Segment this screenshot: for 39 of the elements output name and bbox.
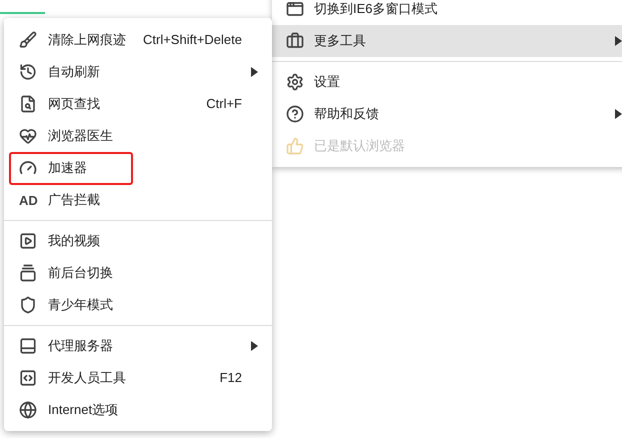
history-icon xyxy=(19,63,37,81)
broom-icon xyxy=(19,31,37,49)
menu-item[interactable]: 代理服务器 xyxy=(4,330,272,362)
submenu-arrow-icon xyxy=(250,67,258,77)
menu-item[interactable]: 帮助和反馈 xyxy=(272,98,622,130)
submenu-arrow-icon xyxy=(614,36,622,46)
submenu-arrow-icon xyxy=(250,341,258,351)
menu-item[interactable]: 前后台切换 xyxy=(4,257,272,289)
menu-item[interactable]: 清除上网痕迹 Ctrl+Shift+Delete xyxy=(4,24,272,56)
shortcut-text: Ctrl+Shift+Delete xyxy=(143,31,242,50)
window-icon xyxy=(286,0,304,18)
menu-item[interactable]: 我的视频 xyxy=(4,225,272,257)
play-icon xyxy=(19,232,37,250)
shortcut-text: F12 xyxy=(220,369,242,388)
gauge-icon xyxy=(19,159,37,177)
menu-item[interactable]: 青少年模式 xyxy=(4,289,272,321)
briefcase-icon xyxy=(286,32,304,50)
panel-icon xyxy=(19,337,37,355)
code-icon xyxy=(19,369,37,387)
settings-icon xyxy=(286,73,304,91)
menu-item[interactable]: 更多工具 xyxy=(272,25,622,57)
menu-item[interactable]: Internet选项 xyxy=(4,394,272,426)
page-search-icon xyxy=(19,95,37,113)
submenu-arrow-icon xyxy=(614,109,622,119)
menu-item[interactable]: AD 广告拦截 xyxy=(4,184,272,216)
shortcut-text: Ctrl+F xyxy=(206,95,242,114)
globe-icon xyxy=(19,401,37,419)
shield-icon xyxy=(19,296,37,314)
heart-pulse-icon xyxy=(19,127,37,145)
active-tab-indicator xyxy=(0,12,45,14)
stacked-windows-icon xyxy=(19,264,37,282)
help-icon xyxy=(286,105,304,123)
ad-icon: AD xyxy=(19,194,37,206)
menu-item[interactable]: 浏览器医生 xyxy=(4,120,272,152)
thumbs-up-icon xyxy=(286,137,304,155)
menu-item[interactable]: 加速器 xyxy=(4,152,272,184)
menu-item[interactable]: 网页查找 Ctrl+F xyxy=(4,88,272,120)
menu-item[interactable]: 开发人员工具 F12 xyxy=(4,362,272,394)
menu-item[interactable]: 自动刷新 xyxy=(4,56,272,88)
